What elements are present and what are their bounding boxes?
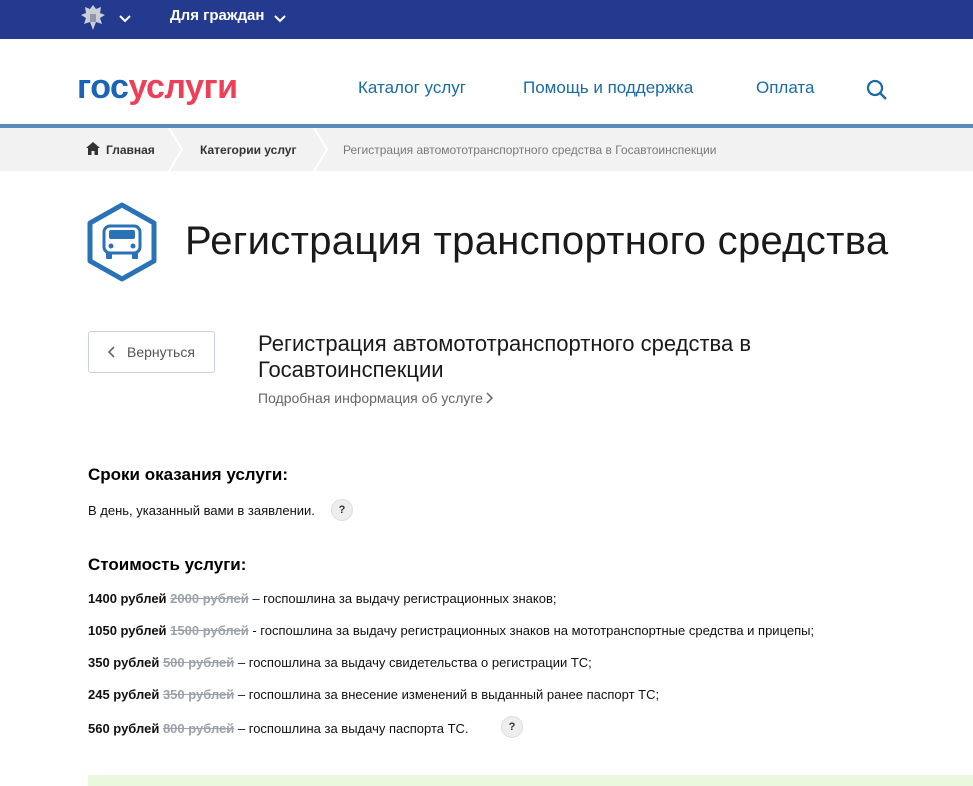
fee-old-amount: 350 рублей	[162, 687, 235, 702]
site-header: госуслуги Каталог услуг Помощь и поддерж…	[0, 39, 973, 125]
nav-catalog[interactable]: Каталог услуг	[358, 78, 466, 98]
help-icon[interactable]: ?	[331, 499, 353, 521]
fee-old-amount: 800 рублей	[162, 721, 235, 736]
back-button-label: Вернуться	[127, 344, 195, 360]
fee-amount: 1050 рублей	[88, 623, 167, 638]
page-title: Регистрация транспортного средства	[185, 219, 889, 263]
fee-description: - госпошлина за выдачу регистрационных з…	[248, 623, 815, 638]
gosuslugi-logo[interactable]: госуслуги	[77, 67, 238, 107]
fee-description: – госпошлина за выдачу свидетельства о р…	[234, 655, 592, 670]
breadcrumb-separator	[313, 128, 329, 171]
fee-description: – госпошлина за выдачу паспорта ТС.	[234, 721, 469, 736]
terms-heading: Сроки оказания услуги:	[88, 465, 289, 484]
fee-item: 1050 рублей 1500 рублей - госпошлина за …	[88, 623, 814, 639]
breadcrumb-categories[interactable]: Категории услуг	[200, 143, 296, 157]
breadcrumb-separator	[168, 128, 184, 171]
fee-item: 560 рублей 800 рублей – госпошлина за вы…	[88, 721, 469, 737]
top-bar: Для граждан	[0, 0, 973, 39]
car-icon	[87, 202, 157, 282]
breadcrumb-current: Регистрация автомототранспортного средст…	[343, 143, 717, 157]
cost-heading: Стоимость услуги:	[88, 555, 247, 574]
fee-description: – госпошлина за выдачу регистрационных з…	[248, 591, 557, 606]
logo-part-uslugi: услуги	[128, 68, 238, 106]
citizens-menu[interactable]: Для граждан	[170, 7, 264, 25]
coat-of-arms-icon[interactable]	[79, 3, 107, 33]
fee-item: 350 рублей 500 рублей – госпошлина за вы…	[88, 655, 592, 671]
nav-help[interactable]: Помощь и поддержка	[523, 78, 693, 98]
fee-amount: 350 рублей	[88, 655, 160, 670]
fee-old-amount: 2000 рублей	[170, 591, 249, 606]
search-icon[interactable]	[866, 79, 888, 101]
logo-part-gos: гос	[77, 68, 129, 106]
info-panel	[88, 775, 973, 786]
fee-description: – госпошлина за внесение изменений в выд…	[234, 687, 660, 702]
chevron-down-icon[interactable]	[273, 12, 287, 26]
chevron-down-icon[interactable]	[118, 12, 132, 26]
fee-item: 245 рублей 350 рублей – госпошлина за вн…	[88, 687, 659, 703]
back-button[interactable]: Вернуться	[88, 331, 215, 373]
breadcrumb-home[interactable]: Главная	[106, 143, 155, 157]
fee-old-amount: 500 рублей	[162, 655, 235, 670]
fee-old-amount: 1500 рублей	[170, 623, 249, 638]
service-details-link[interactable]: Подробная информация об услуге	[258, 390, 483, 406]
fee-amount: 245 рублей	[88, 687, 160, 702]
service-title: Регистрация автомототранспортного средст…	[258, 331, 752, 382]
fee-amount: 1400 рублей	[88, 591, 167, 606]
chevron-left-icon	[107, 346, 115, 358]
fee-item: 1400 рублей 2000 рублей – госпошлина за …	[88, 591, 556, 607]
help-icon[interactable]: ?	[501, 716, 523, 738]
terms-text: В день, указанный вами в заявлении.	[88, 503, 315, 518]
breadcrumb: Главная Категории услуг Регистрация авто…	[0, 128, 973, 171]
chevron-right-icon[interactable]	[485, 391, 494, 405]
fee-amount: 560 рублей	[88, 721, 160, 736]
home-icon	[86, 142, 100, 155]
nav-payment[interactable]: Оплата	[756, 78, 814, 98]
